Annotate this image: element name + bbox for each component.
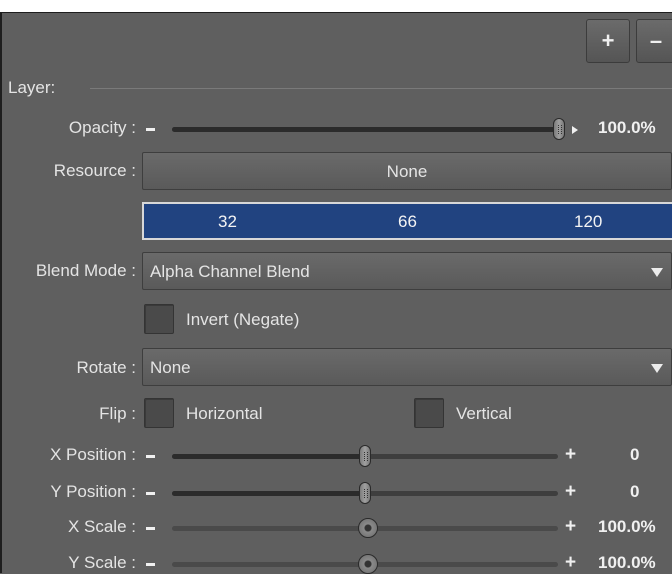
color-swatch[interactable]: 32 66 120 <box>142 202 672 240</box>
y-position-slider[interactable] <box>172 482 558 504</box>
y-scale-value: 100.0% <box>598 553 656 572</box>
blend-mode-dropdown[interactable]: Alpha Channel Blend <box>142 252 672 290</box>
flip-vertical-checkbox[interactable] <box>414 398 444 428</box>
opacity-decrease-button[interactable] <box>146 128 155 131</box>
blend-mode-value: Alpha Channel Blend <box>150 262 310 281</box>
opacity-value: 100.0% <box>598 118 656 137</box>
flip-label: Flip : <box>99 404 136 423</box>
resource-value: None <box>386 162 428 181</box>
add-layer-button[interactable]: + <box>586 19 630 63</box>
x-position-slider-thumb[interactable] <box>359 445 371 467</box>
x-scale-value: 100.0% <box>598 517 656 536</box>
x-position-value: 0 <box>630 445 640 464</box>
y-scale-decrease-button[interactable] <box>146 563 155 566</box>
rotate-label: Rotate : <box>76 358 136 377</box>
rotate-dropdown[interactable]: None <box>142 348 672 386</box>
resource-label: Resource : <box>53 161 136 180</box>
chevron-down-icon <box>651 268 663 277</box>
x-scale-slider[interactable] <box>172 518 558 538</box>
invert-label: Invert (Negate) <box>186 310 300 329</box>
opacity-label: Opacity : <box>68 118 136 137</box>
y-scale-increase-button[interactable]: + <box>565 552 576 574</box>
flip-horizontal-label: Horizontal <box>186 404 263 423</box>
y-position-decrease-button[interactable] <box>146 492 155 495</box>
x-position-increase-button[interactable]: + <box>565 444 576 466</box>
color-green-value: 66 <box>398 212 417 231</box>
opacity-slider[interactable] <box>172 118 565 140</box>
blend-mode-label: Blend Mode : <box>35 261 136 280</box>
y-scale-slider[interactable] <box>172 554 558 574</box>
x-scale-increase-button[interactable]: + <box>565 516 576 538</box>
y-position-value: 0 <box>630 482 640 501</box>
remove-layer-button[interactable]: – <box>636 19 672 63</box>
opacity-slider-fill <box>172 127 564 132</box>
window-top-bar <box>0 0 672 13</box>
y-position-label: Y Position : <box>50 482 136 501</box>
y-scale-label: Y Scale : <box>68 553 136 572</box>
x-scale-slider-thumb[interactable] <box>358 518 378 538</box>
chevron-down-icon <box>651 364 663 373</box>
invert-checkbox[interactable] <box>144 304 174 334</box>
color-blue-value: 120 <box>574 212 603 231</box>
y-position-increase-button[interactable]: + <box>565 481 576 503</box>
y-scale-slider-thumb[interactable] <box>358 554 378 574</box>
flip-vertical-label: Vertical <box>456 404 512 423</box>
color-red-value: 32 <box>218 212 237 231</box>
x-position-decrease-button[interactable] <box>146 455 155 458</box>
resource-button[interactable]: None <box>142 152 672 190</box>
opacity-slider-thumb[interactable] <box>553 118 565 140</box>
x-scale-label: X Scale : <box>67 517 136 536</box>
x-position-slider[interactable] <box>172 445 558 467</box>
flip-horizontal-checkbox[interactable] <box>144 398 174 428</box>
opacity-increase-button[interactable] <box>572 126 578 134</box>
x-position-label: X Position : <box>50 445 136 464</box>
y-position-slider-thumb[interactable] <box>359 482 371 504</box>
x-position-slider-fill <box>172 454 365 459</box>
rotate-value: None <box>150 358 191 377</box>
y-position-slider-fill <box>172 491 365 496</box>
panel-left-border <box>0 12 2 573</box>
section-divider <box>90 88 672 89</box>
x-scale-decrease-button[interactable] <box>146 527 155 530</box>
layer-section-title: Layer: <box>8 78 56 97</box>
